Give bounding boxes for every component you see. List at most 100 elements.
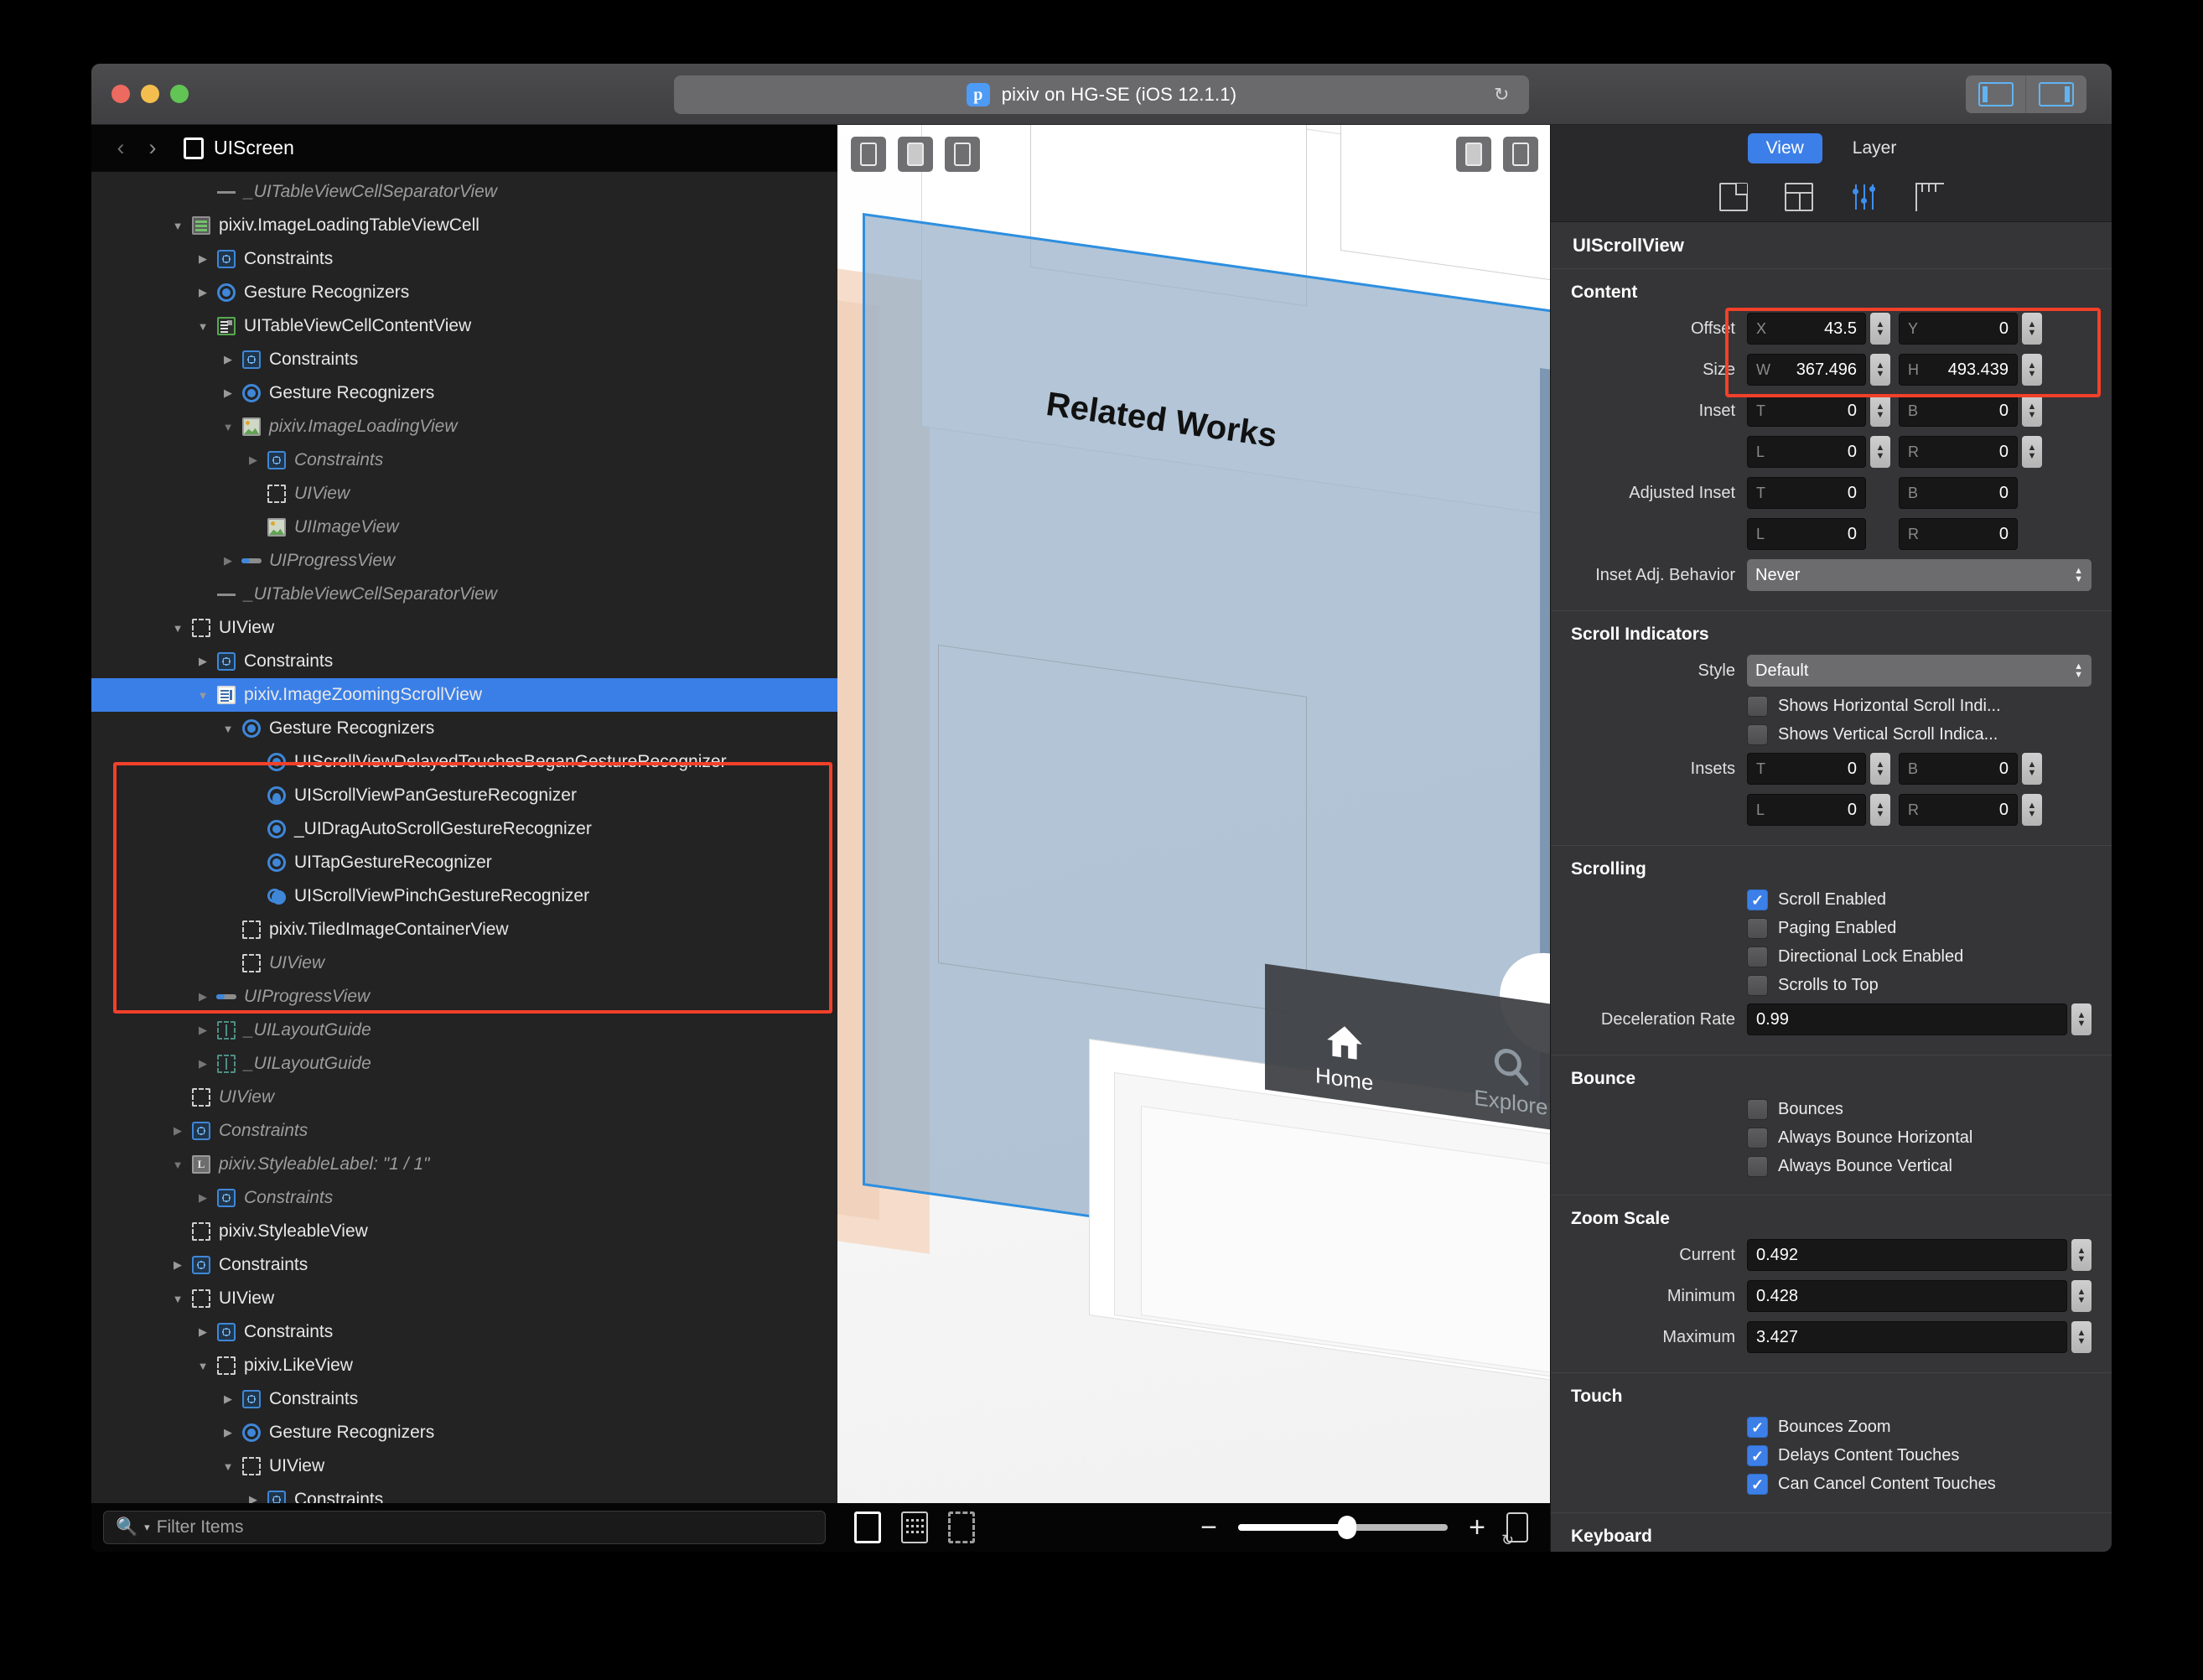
always-bounce-vertical-checkbox[interactable] — [1747, 1156, 1768, 1177]
inset-behavior-select[interactable]: Never ▲▼ — [1747, 559, 2092, 591]
tree-row[interactable]: pixiv.TiledImageContainerView — [91, 913, 837, 946]
tree-row[interactable]: ▶Constraints — [91, 1114, 837, 1148]
indicator-style-select[interactable]: Default ▲▼ — [1747, 655, 2092, 687]
inset-b-stepper[interactable]: ▲▼ — [2022, 395, 2042, 427]
size-w-stepper[interactable]: ▲▼ — [1870, 354, 1890, 386]
tree-row[interactable]: ▼Gesture Recognizers — [91, 712, 837, 745]
shows-horizontal-checkbox[interactable] — [1747, 696, 1768, 717]
toggle-right-panel-button[interactable] — [2026, 75, 2086, 113]
orientation-toggle-icon[interactable] — [1506, 1512, 1528, 1543]
indicator-insets-r-stepper[interactable]: ▲▼ — [2022, 794, 2042, 826]
offset-y-field[interactable]: Y 0 — [1899, 313, 2018, 345]
disclosure-open-icon[interactable]: ▼ — [192, 689, 214, 702]
tree-row[interactable]: ▼Lpixiv.StyleableLabel: "1 / 1" — [91, 1148, 837, 1181]
offset-x-field[interactable]: X 43.5 — [1747, 313, 1866, 345]
zoom-maximum-stepper[interactable]: ▲▼ — [2071, 1321, 2092, 1353]
disclosure-closed-icon[interactable]: ▶ — [167, 1124, 189, 1138]
debug-canvas[interactable]: Related Works Home — [837, 125, 1550, 1552]
view-hierarchy-tree[interactable]: _UITableViewCellSeparatorView▼pixiv.Imag… — [91, 172, 837, 1503]
bounces-zoom-row[interactable]: ✓ Bounces Zoom — [1571, 1417, 2092, 1438]
tree-row[interactable]: ▼pixiv.ImageZoomingScrollView — [91, 678, 837, 712]
tree-row[interactable]: UIView — [91, 477, 837, 511]
disclosure-open-icon[interactable]: ▼ — [167, 622, 189, 635]
tree-row[interactable]: ▶_UILayoutGuide — [91, 1047, 837, 1081]
tree-row[interactable]: ▶Constraints — [91, 1181, 837, 1215]
directional-lock-checkbox[interactable] — [1747, 946, 1768, 967]
show-clipped-button[interactable] — [1503, 137, 1538, 172]
tree-row[interactable]: ▶Constraints — [91, 343, 837, 376]
offset-x-stepper[interactable]: ▲▼ — [1870, 313, 1890, 345]
tree-row[interactable]: UIView — [91, 1081, 837, 1114]
device-clipped-button[interactable] — [945, 137, 980, 172]
device-outline-button[interactable] — [851, 137, 886, 172]
breadcrumb[interactable]: UIScreen — [184, 137, 294, 159]
disclosure-closed-icon[interactable]: ▶ — [217, 1392, 239, 1406]
inset-t-field[interactable]: T 0 — [1747, 395, 1866, 427]
disclosure-open-icon[interactable]: ▼ — [167, 220, 189, 232]
show-constraints-button[interactable] — [1456, 137, 1491, 172]
can-cancel-content-touches-checkbox[interactable]: ✓ — [1747, 1474, 1768, 1495]
indicator-insets-b-field[interactable]: B 0 — [1899, 753, 2018, 785]
bounces-row[interactable]: Bounces — [1571, 1099, 2092, 1120]
tree-row[interactable]: ▶Constraints — [91, 1315, 837, 1349]
tree-row[interactable]: pixiv.StyleableView — [91, 1215, 837, 1248]
delays-content-touches-row[interactable]: ✓ Delays Content Touches — [1571, 1445, 2092, 1466]
disclosure-closed-icon[interactable]: ▶ — [192, 1191, 214, 1205]
layout-icon[interactable] — [1785, 183, 1813, 211]
paging-enabled-row[interactable]: Paging Enabled — [1571, 918, 2092, 939]
indicator-insets-l-field[interactable]: L 0 — [1747, 794, 1866, 826]
inset-r-stepper[interactable]: ▲▼ — [2022, 436, 2042, 468]
tree-row[interactable]: ▶Gesture Recognizers — [91, 1416, 837, 1449]
disclosure-open-icon[interactable]: ▼ — [192, 320, 214, 333]
always-bounce-horizontal-checkbox[interactable] — [1747, 1128, 1768, 1149]
tree-row[interactable]: UITapGestureRecognizer — [91, 846, 837, 879]
tab-explore[interactable]: Explore — [1474, 1040, 1547, 1121]
tree-row[interactable]: ▼UITableViewCellContentView — [91, 309, 837, 343]
disclosure-closed-icon[interactable]: ▶ — [217, 353, 239, 366]
disclosure-closed-icon[interactable]: ▶ — [192, 1057, 214, 1071]
always-bounce-horizontal-row[interactable]: Always Bounce Horizontal — [1571, 1128, 2092, 1149]
filter-input[interactable]: 🔍 ▾ Filter Items — [103, 1511, 826, 1544]
tree-row[interactable]: ▶Gesture Recognizers — [91, 376, 837, 410]
size-w-field[interactable]: W 367.496 — [1747, 354, 1866, 386]
disclosure-closed-icon[interactable]: ▶ — [192, 286, 214, 299]
tree-row[interactable]: ▼pixiv.ImageLoadingTableViewCell — [91, 209, 837, 242]
shows-horizontal-row[interactable]: Shows Horizontal Scroll Indi... — [1571, 696, 2092, 717]
disclosure-closed-icon[interactable]: ▶ — [217, 386, 239, 400]
can-cancel-content-touches-row[interactable]: ✓ Can Cancel Content Touches — [1571, 1474, 2092, 1495]
tree-row[interactable]: ▼pixiv.ImageLoadingView — [91, 410, 837, 443]
tree-row[interactable]: ▶Gesture Recognizers — [91, 276, 837, 309]
inset-b-field[interactable]: B 0 — [1899, 395, 2018, 427]
inset-l-field[interactable]: L 0 — [1747, 436, 1866, 468]
zoom-slider-knob[interactable] — [1338, 1516, 1356, 1539]
nav-back-button[interactable]: ‹ — [111, 135, 130, 161]
tree-row[interactable]: UIScrollViewDelayedTouchesBeganGestureRe… — [91, 745, 837, 779]
disclosure-closed-icon[interactable]: ▶ — [167, 1258, 189, 1272]
zoom-maximum-field[interactable]: 3.427 — [1747, 1321, 2067, 1353]
tree-row[interactable]: ▶Constraints — [91, 242, 837, 276]
disclosure-open-icon[interactable]: ▼ — [217, 723, 239, 735]
tree-row[interactable]: _UIDragAutoScrollGestureRecognizer — [91, 812, 837, 846]
disclosure-closed-icon[interactable]: ▶ — [192, 655, 214, 668]
scrolls-to-top-row[interactable]: Scrolls to Top — [1571, 975, 2092, 996]
show-grid-icon[interactable] — [901, 1511, 928, 1543]
chevron-down-icon[interactable]: ▾ — [144, 1521, 150, 1534]
show-frames-icon[interactable] — [854, 1511, 881, 1543]
tree-row[interactable]: UIScrollViewPinchGestureRecognizer — [91, 879, 837, 913]
file-icon[interactable] — [1719, 183, 1748, 211]
zoom-button[interactable] — [170, 85, 189, 103]
tab-layer[interactable]: Layer — [1834, 133, 1915, 163]
tree-row[interactable]: UIImageView — [91, 511, 837, 544]
offset-y-stepper[interactable]: ▲▼ — [2022, 313, 2042, 345]
zoom-minimum-field[interactable]: 0.428 — [1747, 1280, 2067, 1312]
minimize-button[interactable] — [141, 85, 159, 103]
tree-row[interactable]: ▼UIView — [91, 611, 837, 645]
tree-row[interactable]: ▶Constraints — [91, 1248, 837, 1282]
tree-row[interactable]: ▶Constraints — [91, 645, 837, 678]
tree-row[interactable]: ▶Constraints — [91, 1483, 837, 1503]
disclosure-open-icon[interactable]: ▼ — [217, 1460, 239, 1473]
zoom-slider[interactable] — [1238, 1524, 1448, 1531]
disclosure-closed-icon[interactable]: ▶ — [242, 1493, 264, 1503]
nav-forward-button[interactable]: › — [143, 135, 162, 161]
tab-home[interactable]: Home — [1315, 1017, 1373, 1097]
